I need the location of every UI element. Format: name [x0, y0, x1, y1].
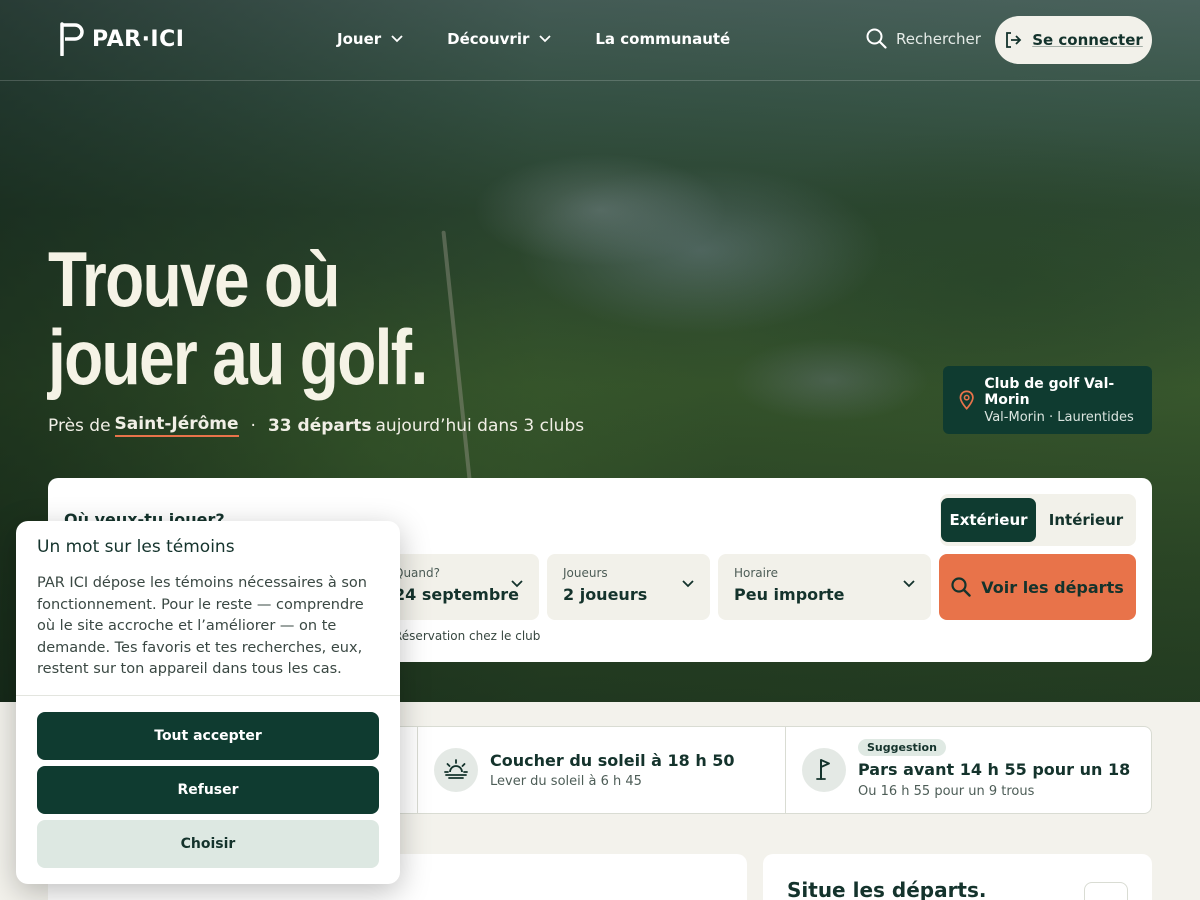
- chevron-down-icon: [391, 35, 403, 43]
- refuse-button[interactable]: Refuser: [37, 766, 379, 814]
- search-icon: [951, 577, 971, 597]
- players-label: Joueurs: [563, 566, 608, 580]
- login-button[interactable]: Se connecter: [995, 16, 1152, 64]
- suggestion-title: Pars avant 14 h 55 pour un 18: [858, 760, 1131, 779]
- map-card: Situe les départs.: [763, 854, 1152, 900]
- nav-decouvrir[interactable]: Découvrir: [447, 30, 551, 48]
- players-value: 2 joueurs: [563, 585, 648, 604]
- nav-jouer[interactable]: Jouer: [337, 30, 403, 48]
- search-label: Rechercher: [896, 29, 981, 48]
- cookie-text: PAR ICI dépose les témoins nécessaires à…: [37, 575, 367, 677]
- login-icon: [1006, 32, 1022, 48]
- nav-decouvrir-label: Découvrir: [447, 30, 530, 48]
- club-name: Club de golf Val-Morin: [984, 375, 1115, 408]
- date-label: Quand?: [394, 566, 440, 580]
- suggestion-info: Suggestion Pars avant 14 h 55 pour un 18…: [785, 727, 1151, 813]
- chevron-down-icon: [682, 580, 694, 588]
- top-navigation: PAR·ICI Jouer Découvrir La communauté Re…: [0, 0, 1200, 81]
- flag-logo-icon: [60, 22, 84, 56]
- login-label: Se connecter: [1032, 31, 1143, 49]
- cookie-title: Un mot sur les témoins: [37, 537, 235, 557]
- search-link[interactable]: Rechercher: [866, 28, 981, 49]
- club-location: Val-Morin · Laurentides: [984, 409, 1134, 425]
- suggestion-sub: Ou 16 h 55 pour un 9 trous: [858, 784, 1035, 799]
- departures-rest: aujourd’hui dans 3 clubs: [375, 415, 585, 436]
- sunset-title: Coucher du soleil à 18 h 50: [490, 751, 735, 770]
- logo-text: PAR·ICI: [92, 26, 185, 52]
- choose-button[interactable]: Choisir: [37, 820, 379, 868]
- nav-communaute[interactable]: La communauté: [595, 30, 730, 48]
- sunset-icon: [434, 748, 478, 792]
- club-location-badge[interactable]: Club de golf Val-Morin Val-Morin · Laure…: [943, 366, 1152, 434]
- indoor-outdoor-toggle: Extérieur Intérieur: [940, 494, 1136, 546]
- search-icon: [866, 28, 887, 49]
- time-label: Horaire: [734, 566, 779, 580]
- sunset-info: Coucher du soleil à 18 h 50 Lever du sol…: [417, 727, 785, 813]
- cookie-divider: [16, 695, 400, 696]
- hero-headline: Trouve où jouer au golf.: [48, 235, 428, 401]
- time-value: Peu importe: [734, 585, 845, 604]
- departures-count: 33 départs: [267, 415, 372, 436]
- headline-line-1: Trouve où: [48, 235, 341, 323]
- golf-flag-icon: [802, 748, 846, 792]
- cookie-banner: Un mot sur les témoins PAR ICI dépose le…: [16, 521, 400, 884]
- near-prefix: Près de: [48, 415, 111, 436]
- booking-note: Réservation chez le club: [394, 629, 541, 643]
- logo[interactable]: PAR·ICI: [58, 22, 184, 56]
- nav-links: Jouer Découvrir La communauté: [337, 30, 774, 48]
- city-selector[interactable]: Saint-Jérôme: [114, 414, 239, 437]
- view-departures-label: Voir les départs: [981, 577, 1124, 597]
- nav-jouer-label: Jouer: [337, 30, 382, 48]
- map-card-button[interactable]: [1084, 882, 1128, 900]
- map-card-title: Situe les départs.: [787, 878, 987, 900]
- headline-line-2: jouer au golf.: [48, 313, 428, 401]
- nav-communaute-label: La communauté: [595, 30, 731, 48]
- time-select[interactable]: Horaire Peu importe: [718, 554, 931, 620]
- chevron-down-icon: [511, 580, 523, 588]
- view-departures-button[interactable]: Voir les départs: [939, 554, 1136, 620]
- map-pin-icon: [959, 390, 974, 410]
- accept-all-button[interactable]: Tout accepter: [37, 712, 379, 760]
- date-value: 24 septembre: [394, 585, 520, 604]
- suggestion-tag: Suggestion: [858, 739, 946, 756]
- toggle-exterieur[interactable]: Extérieur: [941, 498, 1036, 542]
- separator-dot: ·: [250, 415, 256, 436]
- hero-subline: Près de Saint-Jérôme · 33 départs aujour…: [48, 414, 584, 437]
- toggle-interieur[interactable]: Intérieur: [1040, 498, 1132, 542]
- date-select[interactable]: Quand? 24 septembre: [378, 554, 539, 620]
- chevron-down-icon: [539, 35, 551, 43]
- players-select[interactable]: Joueurs 2 joueurs: [547, 554, 710, 620]
- sunrise-text: Lever du soleil à 6 h 45: [490, 774, 642, 789]
- chevron-down-icon: [903, 580, 915, 588]
